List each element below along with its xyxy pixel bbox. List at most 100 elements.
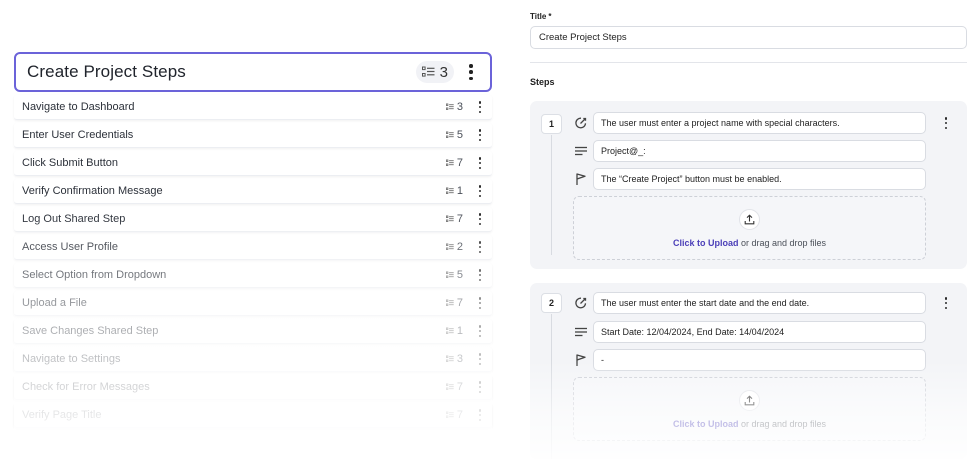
kebab-menu-icon[interactable]: [477, 381, 483, 393]
item-step-count: 7: [445, 409, 463, 421]
kebab-menu-icon[interactable]: [943, 297, 949, 309]
title-field-label: Title *: [530, 12, 551, 21]
file-upload-dropzone[interactable]: Click to Upload or drag and drop files: [573, 377, 926, 441]
list-item[interactable]: Enter User Credentials 5: [14, 123, 492, 148]
required-marker: *: [548, 12, 552, 21]
step-action-field[interactable]: The user must enter the start date and t…: [593, 292, 926, 314]
kebab-menu-icon[interactable]: [466, 62, 476, 82]
list-item[interactable]: Verify Confirmation Message 1: [14, 179, 492, 204]
upload-instructions: Click to Upload or drag and drop files: [673, 419, 826, 429]
item-step-count: 7: [445, 381, 463, 393]
step-action-field[interactable]: The user must enter a project name with …: [593, 112, 926, 134]
item-count-value: 1: [456, 185, 463, 197]
item-count-value: 2: [456, 241, 463, 253]
list-steps-icon: [445, 131, 454, 138]
text-lines-icon: [574, 144, 588, 158]
click-to-upload-link[interactable]: Click to Upload: [673, 419, 739, 429]
kebab-menu-icon[interactable]: [477, 269, 483, 281]
item-count-value: 5: [456, 269, 463, 281]
list-item[interactable]: Navigate to Dashboard 3: [14, 95, 492, 120]
item-step-count: 5: [445, 269, 463, 281]
list-item-label: Select Option from Dropdown: [22, 269, 167, 281]
item-step-count: 7: [445, 297, 463, 309]
step-data-field[interactable]: Project@_:: [593, 140, 926, 162]
list-item-label: Verify Page Title: [22, 409, 102, 421]
list-steps-icon: [445, 103, 454, 110]
list-item-label: Check for Error Messages: [22, 381, 150, 393]
section-divider: [530, 62, 967, 63]
item-count-value: 7: [456, 297, 463, 309]
list-steps-icon: [445, 215, 454, 222]
kebab-menu-icon[interactable]: [943, 117, 949, 129]
list-item[interactable]: Select Option from Dropdown 5: [14, 263, 492, 288]
item-step-count: 1: [445, 185, 463, 197]
flag-icon: [574, 172, 588, 186]
upload-icon: [739, 208, 760, 230]
edit-circle-icon: [574, 296, 588, 310]
kebab-menu-icon[interactable]: [477, 297, 483, 309]
list-item-label: Navigate to Dashboard: [22, 101, 135, 113]
list-item-label: Navigate to Settings: [22, 353, 121, 365]
kebab-menu-icon[interactable]: [477, 185, 483, 197]
kebab-menu-icon[interactable]: [477, 325, 483, 337]
item-count-value: 3: [456, 101, 463, 113]
step-expected-result-field[interactable]: -: [593, 349, 926, 371]
list-item[interactable]: Navigate to Settings 3: [14, 347, 492, 372]
list-item[interactable]: Check for Error Messages 7: [14, 375, 492, 400]
step-count-value: 3: [439, 63, 448, 81]
list-item[interactable]: Click Submit Button 7: [14, 151, 492, 176]
edit-circle-icon: [574, 116, 588, 130]
title-input[interactable]: [530, 26, 967, 49]
list-steps-icon: [445, 187, 454, 194]
step-expected-result-field[interactable]: The “Create Project” button must be enab…: [593, 168, 926, 190]
upload-hint-text: or drag and drop files: [738, 418, 827, 429]
list-item-label: Access User Profile: [22, 241, 118, 253]
text-lines-icon: [574, 325, 588, 339]
list-item[interactable]: Access User Profile 2: [14, 235, 492, 260]
upload-instructions: Click to Upload or drag and drop files: [673, 238, 826, 248]
list-item-label: Verify Confirmation Message: [22, 185, 163, 197]
step-count-badge: 3: [415, 61, 454, 83]
list-steps-icon: [445, 411, 454, 418]
kebab-menu-icon[interactable]: [477, 353, 483, 365]
item-count-value: 5: [456, 129, 463, 141]
item-step-count: 3: [445, 353, 463, 365]
list-steps-icon: [421, 66, 435, 77]
kebab-menu-icon[interactable]: [477, 213, 483, 225]
list-steps-icon: [445, 271, 454, 278]
kebab-menu-icon[interactable]: [477, 157, 483, 169]
list-item[interactable]: Upload a File 7: [14, 291, 492, 316]
list-item-label: Enter User Credentials: [22, 129, 134, 141]
upload-hint-text: or drag and drop files: [738, 237, 827, 248]
click-to-upload-link[interactable]: Click to Upload: [673, 238, 739, 248]
list-item[interactable]: Log Out Shared Step 7: [14, 207, 492, 232]
step-connector-line: [551, 314, 552, 459]
steps-section-label: Steps: [530, 77, 555, 87]
step-card-1: 1 The user must enter a project name wit…: [530, 101, 967, 269]
list-item-label: Click Submit Button: [22, 157, 118, 169]
shared-steps-panel: Create Project Steps 3 Navigate to Dashb…: [14, 52, 492, 459]
list-item[interactable]: Verify Page Title 7: [14, 403, 492, 428]
list-item[interactable]: Save Changes Shared Step 1: [14, 319, 492, 344]
selected-shared-step-card[interactable]: Create Project Steps 3: [14, 52, 492, 92]
item-count-value: 3: [456, 353, 463, 365]
list-steps-icon: [445, 383, 454, 390]
item-count-value: 7: [456, 381, 463, 393]
list-item-label: Upload a File: [22, 297, 87, 309]
item-step-count: 2: [445, 241, 463, 253]
list-steps-icon: [445, 355, 454, 362]
list-item-label: Save Changes Shared Step: [22, 325, 159, 337]
list-item-label: Log Out Shared Step: [22, 213, 126, 225]
shared-steps-list: Navigate to Dashboard 3 Enter User Crede…: [14, 95, 492, 431]
kebab-menu-icon[interactable]: [477, 241, 483, 253]
kebab-menu-icon[interactable]: [477, 409, 483, 421]
kebab-menu-icon[interactable]: [477, 101, 483, 113]
step-data-field[interactable]: Start Date: 12/04/2024, End Date: 14/04/…: [593, 321, 926, 343]
kebab-menu-icon[interactable]: [477, 129, 483, 141]
shared-step-editor: Title* Steps 1 The user must enter a pro…: [530, 0, 967, 459]
step-connector-line: [551, 135, 552, 255]
file-upload-dropzone[interactable]: Click to Upload or drag and drop files: [573, 196, 926, 260]
item-step-count: 7: [445, 157, 463, 169]
upload-icon: [739, 389, 760, 411]
step-number: 2: [541, 293, 562, 313]
